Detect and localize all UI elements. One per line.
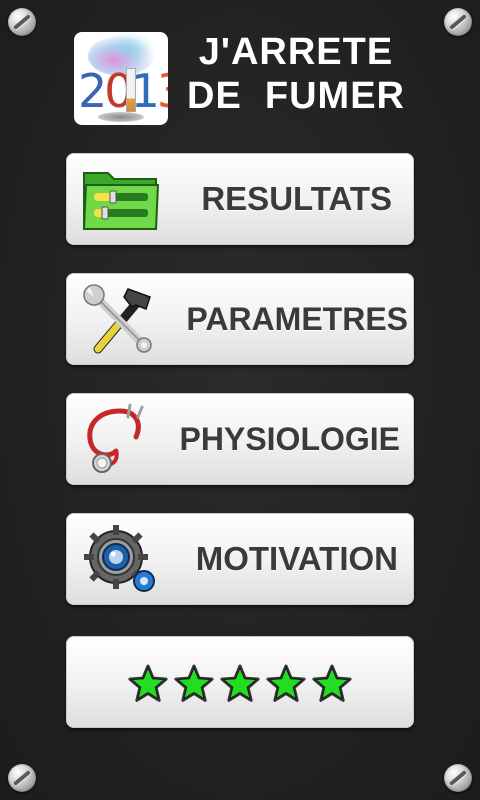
resultats-button[interactable]: RESULTATS (66, 153, 414, 245)
star-icon (126, 664, 170, 704)
rating-stars (126, 664, 356, 704)
logo-year: 2013 (78, 66, 168, 116)
stethoscope-icon (80, 403, 160, 475)
app-logo: 2013 (74, 32, 168, 125)
star-icon (310, 664, 354, 704)
parametres-button[interactable]: PARAMETRES (66, 273, 414, 365)
app-title: J'ARRETE DE FUMER (187, 31, 405, 117)
screw-icon-top-left (8, 8, 36, 36)
star-icon (172, 664, 216, 704)
physiologie-label: PHYSIOLOGIE (179, 421, 400, 457)
star-icon (264, 664, 308, 704)
resultats-label: RESULTATS (201, 180, 392, 217)
parametres-label: PARAMETRES (186, 301, 408, 337)
screw-icon-top-right (444, 8, 472, 36)
logo-year-digit: 3 (157, 64, 168, 118)
star-icon (218, 664, 262, 704)
wrench-hammer-icon (80, 283, 160, 355)
ashtray-icon (98, 112, 144, 122)
motivation-label: MOTIVATION (195, 540, 398, 577)
screw-icon-bottom-right (444, 764, 472, 792)
cigarette-icon (126, 68, 136, 112)
screw-icon-bottom-left (8, 764, 36, 792)
folder-sliders-icon (80, 163, 160, 235)
gears-icon (80, 523, 160, 595)
physiologie-button[interactable]: PHYSIOLOGIE (66, 393, 414, 485)
rate-app-button[interactable] (66, 636, 414, 728)
motivation-button[interactable]: MOTIVATION (66, 513, 414, 605)
logo-year-digit: 2 (78, 64, 107, 118)
smoke-icon-secondary (104, 32, 154, 62)
